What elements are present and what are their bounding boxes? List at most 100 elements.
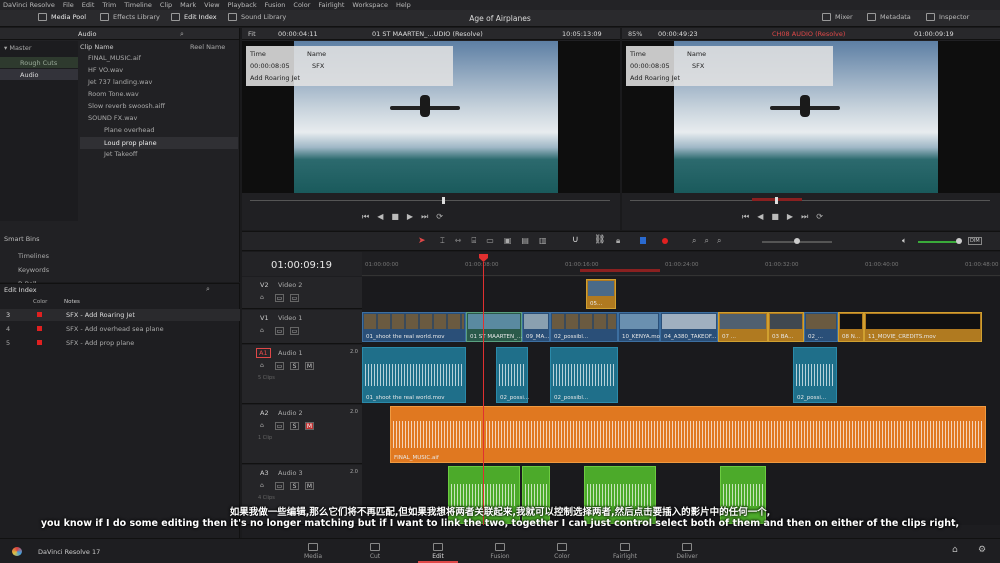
source-video-frame[interactable]: Time Name 00:00:08:05 SFX Add Roaring Je…	[242, 41, 620, 193]
menu-clip[interactable]: Clip	[160, 1, 172, 9]
lock-icon[interactable]: ⌂	[260, 482, 264, 489]
timeline-scrubber[interactable]	[630, 200, 990, 201]
settings-gear-icon[interactable]: ⚙	[978, 545, 986, 555]
video-clip[interactable]: 09_MA...	[522, 312, 550, 342]
clip-item[interactable]: Room Tone.wav	[88, 90, 139, 98]
disable-track-button[interactable]: ▭	[290, 327, 299, 335]
clip-item[interactable]: Slow reverb swoosh.aiff	[88, 102, 165, 110]
bin-rough-cuts[interactable]: Rough Cuts	[0, 57, 78, 68]
auto-select-button[interactable]: ▭	[275, 294, 284, 302]
effects-library-button[interactable]: Effects Library	[100, 13, 160, 21]
menu-workspace[interactable]: Workspace	[352, 1, 388, 9]
page-edit[interactable]: Edit	[418, 543, 458, 563]
timeline-viewer-playhead[interactable]	[775, 197, 778, 204]
auto-select-button[interactable]: ▭	[275, 482, 284, 490]
menu-view[interactable]: View	[204, 1, 219, 9]
timeline-timecode[interactable]: 01:00:09:19	[271, 260, 332, 271]
zoom-slider-handle[interactable]	[794, 238, 800, 244]
lock-icon[interactable]: ⌂	[260, 422, 264, 429]
home-icon[interactable]: ⌂	[952, 545, 958, 555]
track-name[interactable]: Audio 2	[278, 409, 303, 417]
solo-button[interactable]: S	[290, 482, 299, 490]
track-id[interactable]: A1	[256, 348, 271, 358]
source-playhead[interactable]	[442, 197, 445, 204]
audio-clip[interactable]: 02_possibl...	[550, 347, 618, 403]
inspector-button[interactable]: Inspector	[926, 13, 969, 21]
smart-bin-timelines[interactable]: Timelines	[18, 252, 49, 260]
track-name[interactable]: Audio 1	[278, 349, 303, 357]
page-deliver[interactable]: Deliver	[667, 543, 707, 560]
audio-clip[interactable]: 02_possi...	[496, 347, 529, 403]
snapping-icon[interactable]: ∪	[572, 235, 579, 245]
audio-clip[interactable]: 01_shoot the real world.mov	[362, 347, 466, 403]
timeline-video-frame[interactable]: Time Name 00:00:08:05 SFX Add Roaring Je…	[622, 41, 1000, 193]
source-zoom[interactable]: Fit	[248, 30, 256, 38]
page-color[interactable]: Color	[542, 543, 582, 560]
timeline-transport-controls[interactable]: ⏮◀■▶⏭⟳	[742, 212, 831, 222]
bin-master[interactable]: ▾ Master	[4, 44, 32, 52]
source-clip-title[interactable]: 01 ST MAARTEN_...UDIO (Resolve)	[372, 30, 483, 38]
clip-item[interactable]: Plane overhead	[104, 126, 155, 134]
metadata-button[interactable]: Metadata	[867, 13, 911, 21]
menu-help[interactable]: Help	[396, 1, 411, 9]
source-scrubber[interactable]	[250, 200, 610, 201]
col-clip-name[interactable]: Clip Name	[80, 43, 114, 51]
dim-button[interactable]: DIM	[968, 237, 982, 245]
video-clip[interactable]: 02_...	[804, 312, 838, 342]
lock-icon[interactable]: ⌂	[260, 294, 264, 301]
video-clip[interactable]: 08 N...	[838, 312, 864, 342]
menu-fusion[interactable]: Fusion	[265, 1, 286, 9]
page-media[interactable]: Media	[293, 543, 333, 560]
clip-item[interactable]: Jet Takeoff	[104, 150, 137, 158]
clip-item[interactable]: HF VO.wav	[88, 66, 123, 74]
selection-arrow-icon[interactable]: ➤	[418, 236, 426, 246]
mute-button-active[interactable]: M	[305, 422, 314, 430]
volume-handle[interactable]	[956, 238, 962, 244]
video-clip[interactable]: 02_possibl...	[550, 312, 618, 342]
track-name[interactable]: Video 1	[278, 314, 302, 322]
edit-index-button[interactable]: Edit Index	[171, 13, 217, 21]
video-clip-selected[interactable]: 01 ST MAARTEN_...	[466, 312, 522, 342]
source-transport-controls[interactable]: ⏮◀■▶⏭⟳	[362, 212, 451, 222]
auto-select-button[interactable]: ▭	[275, 422, 284, 430]
timeline-clip-title[interactable]: CH08 AUDIO (Resolve)	[772, 30, 845, 38]
clip-item[interactable]: FINAL_MUSIC.aif	[88, 54, 141, 62]
track-name[interactable]: Audio 3	[278, 469, 303, 477]
edit-index-row[interactable]: 5 SFX - Add prop plane	[0, 337, 240, 349]
audio-clip[interactable]: FINAL_MUSIC.aif	[390, 406, 986, 463]
video-clip[interactable]: 04_A380_TAKEOF...	[660, 312, 718, 342]
track-name[interactable]: Video 2	[278, 281, 302, 289]
menu-timeline[interactable]: Timeline	[124, 1, 152, 9]
video-clip[interactable]: 05...	[586, 279, 616, 309]
lock-icon[interactable]: ⌂	[260, 362, 264, 369]
menu-fairlight[interactable]: Fairlight	[318, 1, 344, 9]
timeline-zoom[interactable]: 85%	[628, 30, 642, 38]
video-clip[interactable]: 11_MOVIE_CREDITS.mov	[864, 312, 982, 342]
auto-select-button[interactable]: ▭	[275, 327, 284, 335]
flag-icon[interactable]	[640, 237, 646, 244]
page-fusion[interactable]: Fusion	[480, 543, 520, 560]
menu-edit[interactable]: Edit	[82, 1, 95, 9]
lock-icon[interactable]: ⌂	[260, 327, 264, 334]
edit-tools[interactable]: ⌶⇿⌸▭▣▤▥	[440, 236, 557, 246]
speaker-icon[interactable]: 🔈︎	[902, 236, 907, 246]
media-pool-button[interactable]: Media Pool	[38, 13, 86, 21]
mute-button[interactable]: M	[305, 482, 314, 490]
smart-bin-keywords[interactable]: Keywords	[18, 266, 49, 274]
disable-track-button[interactable]: ▭	[290, 294, 299, 302]
menu-app[interactable]: DaVinci Resolve	[3, 1, 55, 9]
edit-index-row[interactable]: 3 SFX - Add Roaring Jet	[0, 309, 240, 321]
playhead[interactable]	[483, 262, 484, 525]
video-clip[interactable]: 07 ...	[718, 312, 768, 342]
auto-select-button[interactable]: ▭	[275, 362, 284, 370]
sound-library-button[interactable]: Sound Library	[228, 13, 286, 21]
search-icon[interactable]: ⌕	[180, 30, 184, 39]
clip-item-selected[interactable]: Loud prop plane	[80, 137, 238, 149]
col-reel-name[interactable]: Reel Name	[190, 43, 225, 51]
audio-clip[interactable]: 02_possi...	[793, 347, 837, 403]
video-clip[interactable]: 03 BA...	[768, 312, 804, 342]
solo-button[interactable]: S	[290, 362, 299, 370]
search-icon[interactable]: ⌕	[206, 285, 210, 294]
clip-item[interactable]: SOUND FX.wav	[88, 114, 137, 122]
lock-icon[interactable]: 🔒︎	[616, 236, 620, 246]
